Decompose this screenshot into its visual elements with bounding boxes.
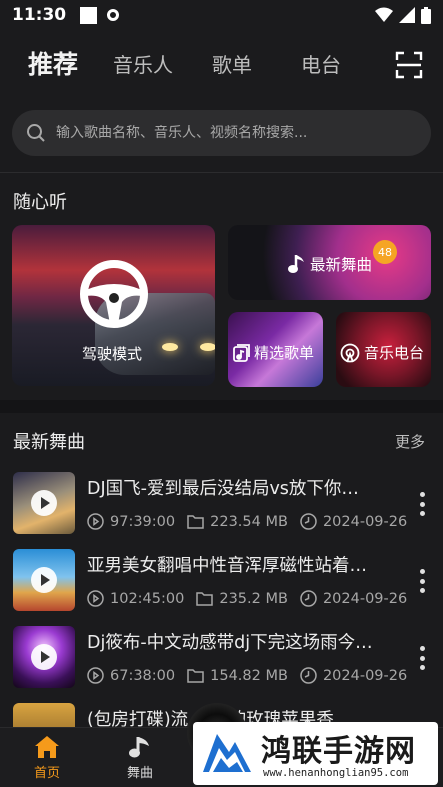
bottom-nav-dance-label: 舞曲 [126,766,153,781]
play-circle-icon [87,667,104,684]
bottom-nav-dance[interactable]: 舞曲 [110,734,170,781]
song-duration: 102:45:00 [110,590,185,607]
play-circle-icon [87,590,104,607]
wifi-icon [375,7,393,22]
song-date: 2024-09-26 [322,667,408,684]
watermark: 鸿联手游网 www.henanhonglian95.com [193,722,438,785]
song-item[interactable]: Dj筱布-中文动感带dj下完这场雨今… 67:38:00 154.82 MB 2… [0,626,443,696]
song-cover [13,703,75,727]
picked-playlist-card[interactable]: 精选歌单 [228,312,323,387]
song-item[interactable]: 亚男美女翻唱中性音浑厚磁性站着… 102:45:00 235.2 MB 2024… [0,549,443,619]
song-cover [13,626,75,688]
scan-frame-icon[interactable] [395,51,423,79]
song-date: 2024-09-26 [322,590,408,607]
song-duration: 97:39:00 [110,513,176,530]
picked-playlist-label: 精选歌单 [233,342,314,363]
clock-icon [300,513,317,530]
watermark-url: www.henanhonglian95.com [263,767,409,779]
song-meta: 67:38:00 154.82 MB 2024-09-26 [87,667,407,684]
divider [0,172,443,173]
status-bar: 11:30 [0,0,443,30]
song-cover [13,472,75,534]
music-note-icon [288,255,304,273]
top-navigation: 推荐 音乐人 歌单 电台 [0,40,443,90]
music-radio-label: 音乐电台 [340,342,424,363]
song-item[interactable]: DJ国飞-爱到最后没结局vs放下你… 97:39:00 223.54 MB 20… [0,472,443,542]
song-size: 235.2 MB [219,590,288,607]
notification-icon [80,6,98,24]
song-title: Dj筱布-中文动感带dj下完这场雨今… [87,633,373,653]
play-circle-icon [87,513,104,530]
watermark-logo [203,734,251,772]
tab-musicians[interactable]: 音乐人 [113,40,173,90]
more-options-icon[interactable] [419,492,425,516]
folder-icon [196,592,214,606]
song-duration: 67:38:00 [110,667,176,684]
radio-icon [340,343,360,362]
clock-icon [300,590,317,607]
random-listen-title: 随心听 [13,192,67,213]
battery-icon [421,6,431,24]
more-options-icon[interactable] [419,646,425,670]
song-size: 223.54 MB [210,513,288,530]
home-icon [35,736,59,758]
bottom-nav-home[interactable]: 首页 [17,734,77,781]
tab-recommend[interactable]: 推荐 [28,40,78,90]
drive-mode-label: 驾驶模式 [82,345,143,363]
section-divider [0,400,443,413]
drive-mode-card[interactable]: 驾驶模式 [12,225,215,386]
bottom-nav-home-label: 首页 [33,766,60,781]
signal-icon [399,7,415,23]
play-icon[interactable] [31,567,57,593]
clock-icon [300,667,317,684]
watermark-name: 鸿联手游网 [261,734,416,769]
song-title: 亚男美女翻唱中性音浑厚磁性站着… [87,556,367,576]
tab-radio[interactable]: 电台 [301,40,341,90]
headlight [200,343,215,351]
status-time: 11:30 [12,5,67,25]
folder-icon [187,515,204,529]
song-size: 154.82 MB [210,667,288,684]
play-icon[interactable] [31,644,57,670]
song-meta: 97:39:00 223.54 MB 2024-09-26 [87,513,407,530]
headlight [162,343,178,351]
folder-icon [187,669,204,683]
song-meta: 102:45:00 235.2 MB 2024-09-26 [87,590,407,607]
steering-wheel-icon [80,260,148,328]
more-options-icon[interactable] [419,569,425,593]
song-cover [13,549,75,611]
new-dance-card[interactable]: 最新舞曲 48 [228,225,431,300]
new-dance-count-badge: 48 [373,240,397,264]
search-icon [27,124,45,142]
music-radio-card[interactable]: 音乐电台 [336,312,431,387]
music-note-icon [129,737,149,758]
tab-playlists[interactable]: 歌单 [212,40,252,90]
song-date: 2024-09-26 [322,513,408,530]
play-icon[interactable] [31,490,57,516]
playlist-icon [233,343,250,362]
song-title: DJ国飞-爱到最后没结局vs放下你… [87,479,359,499]
more-link[interactable]: 更多 [395,431,425,452]
new-dance-label: 最新舞曲 [288,253,372,275]
search-bar[interactable] [12,110,431,156]
latest-dance-title: 最新舞曲 [13,432,85,453]
search-input[interactable] [56,125,396,141]
record-icon [107,9,120,21]
